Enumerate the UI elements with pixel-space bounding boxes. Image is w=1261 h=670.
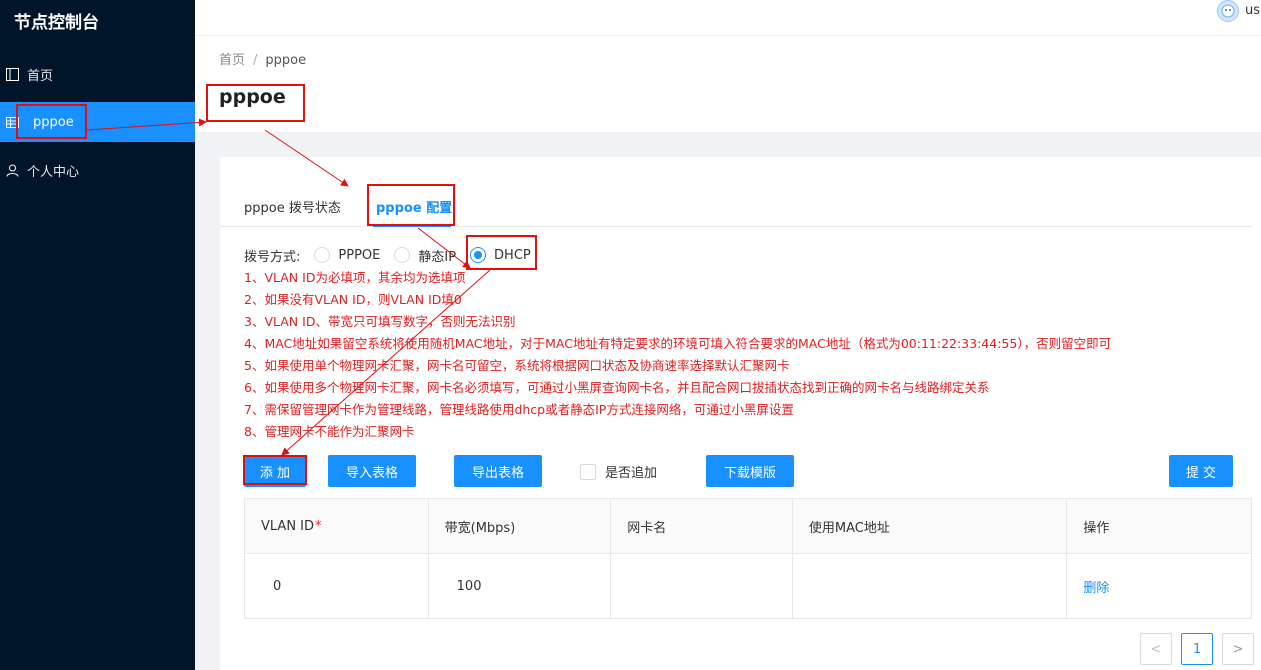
breadcrumb-separator: /: [253, 53, 258, 68]
import-table-button[interactable]: 导入表格: [328, 455, 416, 487]
table-icon: [5, 115, 19, 129]
page-title: pppoe: [219, 86, 286, 108]
top-bar: us: [195, 0, 1261, 36]
checkbox-box[interactable]: [580, 463, 596, 480]
content-card: pppoe 拨号状态 pppoe 配置 拨号方式: PPPOE 静态IP DHC…: [220, 157, 1261, 670]
note-line: 6、如果使用多个物理网卡汇聚，网卡名必须填写，可通过小黑屏查询网卡名，并且配合网…: [244, 380, 990, 395]
radio-circle[interactable]: [470, 247, 487, 263]
cell-action: 删除: [1067, 554, 1251, 618]
radio-dhcp[interactable]: DHCP: [470, 247, 531, 263]
note-line: 3、VLAN ID、带宽只可填写数字，否则无法识别: [244, 314, 516, 329]
cell-mac[interactable]: [793, 554, 1068, 618]
table-row: 0 100 删除: [245, 554, 1251, 618]
radio-label: PPPOE: [338, 247, 381, 263]
column-header-nic: 网卡名: [611, 499, 793, 553]
pagination-next[interactable]: >: [1222, 633, 1254, 665]
add-button[interactable]: 添 加: [244, 455, 306, 487]
cell-vlan[interactable]: 0: [245, 554, 429, 618]
note-line: 8、管理网卡不能作为汇聚网卡: [244, 424, 415, 439]
page-header: 首页 / pppoe pppoe: [195, 36, 1261, 132]
dial-mode-label: 拨号方式:: [244, 249, 301, 265]
note-line: 2、如果没有VLAN ID，则VLAN ID填0: [244, 292, 462, 307]
breadcrumb-current: pppoe: [265, 53, 307, 68]
checkbox-label: 是否追加: [605, 466, 658, 481]
breadcrumb-home[interactable]: 首页: [219, 53, 245, 68]
note-line: 5、如果使用单个物理网卡汇聚，网卡名可留空，系统将根据网口状态及协商速率选择默认…: [244, 358, 790, 373]
table-header-row: VLAN ID * 带宽(Mbps) 网卡名 使用MAC地址 操作: [245, 499, 1251, 554]
submit-button[interactable]: 提 交: [1169, 455, 1233, 487]
pagination-prev[interactable]: <: [1140, 633, 1172, 665]
sidebar-item-label: 个人中心: [27, 164, 80, 180]
sidebar: 节点控制台 首页 pppoe 个人中心: [0, 0, 195, 670]
column-header-mac: 使用MAC地址: [793, 499, 1068, 553]
radio-static-ip[interactable]: 静态IP: [394, 246, 456, 265]
column-header-action: 操作: [1083, 520, 1110, 536]
avatar[interactable]: [1217, 0, 1239, 22]
tab-dial-status[interactable]: pppoe 拨号状态: [244, 197, 341, 216]
download-template-button[interactable]: 下载模版: [706, 455, 794, 487]
cell-bandwidth[interactable]: 100: [429, 554, 612, 618]
user-icon: [5, 163, 19, 177]
dial-mode-group: 拨号方式: PPPOE 静态IP DHCP: [244, 245, 545, 265]
instruction-notes: 1、VLAN ID为必填项，其余均为选填项 2、如果没有VLAN ID，则VLA…: [244, 267, 1111, 443]
radio-pppoe[interactable]: PPPOE: [314, 247, 380, 263]
required-mark: *: [315, 518, 322, 534]
radio-label: DHCP: [494, 247, 531, 263]
tab-config[interactable]: pppoe 配置: [376, 197, 452, 216]
tab-bar: pppoe 拨号状态 pppoe 配置: [220, 157, 1252, 227]
layout-icon: [5, 67, 19, 81]
radio-label: 静态IP: [418, 249, 457, 265]
breadcrumb: 首页 / pppoe: [219, 49, 306, 68]
note-line: 7、需保留管理网卡作为管理线路，管理线路使用dhcp或者静态IP方式连接网络，可…: [244, 402, 794, 417]
column-header-bandwidth: 带宽(Mbps): [429, 499, 612, 553]
radio-circle[interactable]: [394, 247, 411, 263]
radio-circle[interactable]: [314, 247, 331, 263]
append-checkbox[interactable]: 是否追加: [580, 462, 657, 481]
sidebar-item-label: 首页: [27, 68, 54, 84]
pagination-page[interactable]: 1: [1181, 633, 1213, 665]
pppoe-table: VLAN ID * 带宽(Mbps) 网卡名 使用MAC地址 操作 0 100 删…: [244, 498, 1252, 619]
cell-nic[interactable]: [611, 554, 793, 618]
username[interactable]: us: [1245, 3, 1261, 18]
note-line: 4、MAC地址如果留空系统将使用随机MAC地址，对于MAC地址有特定要求的环境可…: [244, 336, 1112, 351]
tab-ink-bar: [373, 225, 451, 227]
sidebar-item-profile[interactable]: 个人中心: [0, 150, 195, 190]
sidebar-item-label: pppoe: [33, 114, 74, 130]
sidebar-item-pppoe[interactable]: pppoe: [0, 102, 195, 142]
sidebar-item-home[interactable]: 首页: [0, 54, 195, 94]
brand-title: 节点控制台: [14, 13, 99, 33]
delete-link[interactable]: 删除: [1083, 577, 1109, 596]
column-header-vlan: VLAN ID *: [245, 499, 429, 553]
note-line: 1、VLAN ID为必填项，其余均为选填项: [244, 270, 466, 285]
export-table-button[interactable]: 导出表格: [454, 455, 542, 487]
